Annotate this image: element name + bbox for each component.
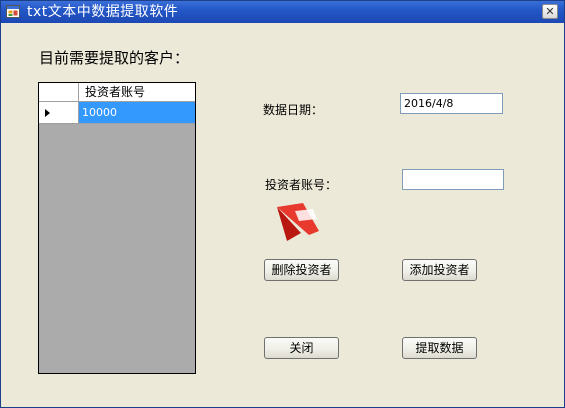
delete-investor-button[interactable]: 删除投资者	[264, 259, 339, 281]
watermark-logo	[277, 203, 319, 241]
date-field[interactable]	[400, 93, 503, 114]
close-icon[interactable]: ✕	[542, 4, 558, 19]
client-area: 目前需要提取的客户： 投资者账号 10000 数据日期： 投资者账号： 删除投资…	[1, 23, 564, 407]
account-label: 投资者账号：	[265, 178, 338, 192]
grid-header: 投资者账号	[39, 83, 195, 102]
close-button[interactable]: 关闭	[264, 337, 339, 359]
customer-grid[interactable]: 投资者账号 10000	[38, 82, 196, 374]
main-window: txt文本中数据提取软件 ✕ 目前需要提取的客户： 投资者账号 10000 数据…	[0, 0, 565, 408]
extract-data-button[interactable]: 提取数据	[402, 337, 477, 359]
page-heading: 目前需要提取的客户：	[39, 49, 190, 67]
add-investor-button[interactable]: 添加投资者	[402, 259, 477, 281]
title-bar[interactable]: txt文本中数据提取软件 ✕	[1, 1, 564, 23]
column-header-account[interactable]: 投资者账号	[79, 83, 195, 101]
row-header[interactable]	[39, 102, 79, 124]
account-field[interactable]	[402, 169, 504, 190]
app-window-icon	[6, 5, 20, 18]
row-arrow-icon	[45, 109, 50, 117]
date-label: 数据日期：	[263, 103, 324, 117]
account-cell[interactable]: 10000	[79, 102, 195, 124]
grid-corner[interactable]	[39, 83, 79, 101]
window-title: txt文本中数据提取软件	[27, 4, 179, 20]
table-row[interactable]: 10000	[39, 102, 195, 124]
